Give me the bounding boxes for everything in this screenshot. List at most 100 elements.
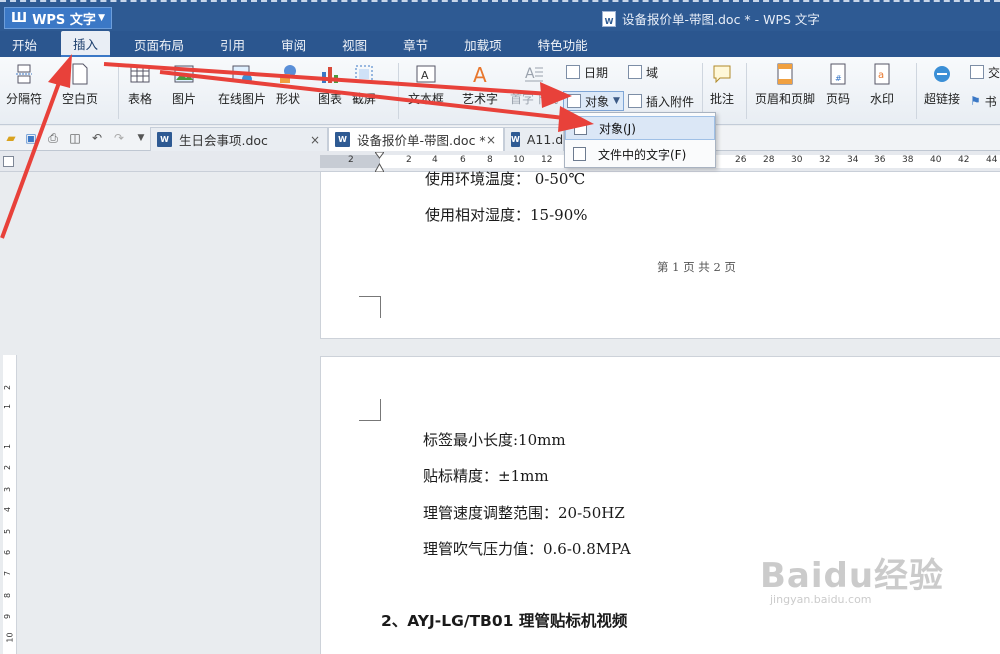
picture-label: 图片 [172,92,197,106]
ruler-mark: 36 [874,155,886,165]
tab-home[interactable]: 开始 [0,31,49,57]
page1-line-partial: 使用环境温度： 0-50℃ [425,170,586,188]
ruler-mark: 40 [930,155,942,165]
undo-icon[interactable]: ↶ [90,131,104,145]
shapes-icon [280,65,296,83]
cross-reference-button[interactable]: 交 [970,62,1000,82]
date-label: 日期 [584,65,609,80]
indent-marker[interactable] [375,152,384,172]
page-1[interactable]: 使用环境温度： 0-50℃ 使用相对湿度：15-90% 第 1 页 共 2 页 [320,170,1000,339]
vertical-ruler[interactable]: 2 1 1 2 3 4 5 6 7 8 9 10 [3,355,17,654]
object-icon [567,94,581,108]
blank-page-label: 空白页 [62,92,99,106]
print-preview-icon[interactable]: ◫ [68,131,82,145]
print-icon[interactable]: ⎙ [46,131,60,145]
header-footer-icon [777,63,793,85]
window-title: W 设备报价单-带图.doc * - WPS 文字 [602,9,820,28]
open-folder-icon[interactable]: ▰ [4,131,18,145]
break-button[interactable]: 分隔符 [6,57,42,107]
doc-tab-label: A11.doc [526,132,564,147]
field-button[interactable]: 域 [628,62,658,82]
dropcap-button[interactable]: A 首字下沉 [510,57,558,107]
tab-addins[interactable]: 加载项 [452,31,514,57]
ruler-mark: 7 [3,570,13,577]
comment-button[interactable]: 批注 [710,57,734,107]
ruler-mark: 6 [460,155,466,165]
ruler-mark: 6 [3,549,13,556]
table-label: 表格 [128,92,153,106]
doc-tab-birthday[interactable]: W 生日会事项.doc × [150,127,328,151]
insert-attachment-label: 插入附件 [646,94,695,109]
page-number-button[interactable]: # 页码 [826,57,850,107]
textbox-button[interactable]: A 文本框 [408,57,444,107]
object-button[interactable]: 对象 ▼ [563,91,624,111]
save-icon[interactable]: ▣ [24,131,38,145]
bookmark-flag-icon: ⚑ [970,94,981,108]
insert-attachment-button[interactable]: 插入附件 [628,91,694,111]
header-footer-button[interactable]: 页眉和页脚 [755,57,815,107]
redo-icon[interactable]: ↷ [112,131,126,145]
ribbon-insert-panel: 分隔符 空白页 表格 图片 在线图片 形状 图表 截屏 A 文本框 A 艺术字 … [0,57,1000,125]
wordart-button[interactable]: A 艺术字 [462,57,498,107]
ruler-mark: 2 [406,155,412,165]
app-menu-button[interactable]: Ш WPS 文字 ▼ [4,7,112,29]
chart-button[interactable]: 图表 [318,57,342,107]
wordart-label: 艺术字 [462,92,499,106]
ruler-mark: 42 [958,155,970,165]
ruler-mark: 9 [3,613,13,620]
menu-item-object[interactable]: 对象(J) [565,116,715,140]
object-label: 对象 [585,94,610,109]
tab-review[interactable]: 审阅 [269,31,318,57]
ruler-mark: 12 [541,155,553,165]
baidu-watermark: Baidu经验 jingyan.baidu.com [760,548,944,606]
textbox-label: 文本框 [408,92,445,106]
chart-label: 图表 [318,92,343,106]
menu-item-text-from-file[interactable]: 文件中的文字(F) [565,142,715,166]
ruler-mark: 34 [847,155,859,165]
tab-special[interactable]: 特色功能 [526,31,600,57]
tab-view[interactable]: 视图 [330,31,379,57]
chart-icon [322,67,338,83]
word-doc-icon: W [157,132,172,147]
watermark-button[interactable]: a 水印 [870,57,894,107]
word-doc-icon: W [335,132,350,147]
close-icon[interactable]: × [310,133,320,147]
date-button[interactable]: 日期 [566,62,608,82]
bookmark-button[interactable]: ⚑ 书 [970,91,997,111]
svg-text:#: # [835,74,842,83]
doc-tab-quotation[interactable]: W 设备报价单-带图.doc * × [328,127,504,151]
page1-line-humidity: 使用相对湿度：15-90% [425,206,588,224]
wps-logo-icon: Ш [11,10,28,26]
picture-button[interactable]: 图片 [172,57,196,107]
object-icon [574,121,587,135]
doc-tab-a11[interactable]: W A11.doc [504,127,564,151]
tab-stop-selector[interactable] [3,156,14,167]
attachment-icon [628,94,642,108]
shapes-button[interactable]: 形状 [276,57,300,107]
blank-page-button[interactable]: 空白页 [62,57,98,107]
tab-references[interactable]: 引用 [208,31,257,57]
blank-page-icon [72,63,88,85]
textbox-icon: A [416,65,436,83]
quick-access-dropdown-icon[interactable]: ▼ [134,131,148,145]
page-break-icon [16,64,32,84]
ruler-mark: 1 [3,403,13,410]
comment-icon [713,65,731,84]
break-label: 分隔符 [6,92,43,106]
ruler-mark: 2 [3,464,13,471]
tab-insert[interactable]: 插入 [61,31,111,57]
screenshot-button[interactable]: 截屏 [352,57,376,107]
online-picture-button[interactable]: 在线图片 [218,57,266,107]
page-2[interactable]: 标签最小长度:10mm 贴标精度：±1mm 理管速度调整范围：20-50HZ 理… [320,356,1000,654]
tab-section[interactable]: 章节 [391,31,440,57]
close-icon[interactable]: × [486,133,496,147]
hyperlink-button[interactable]: 超链接 [924,57,960,107]
ribbon-separator [702,63,703,119]
table-button[interactable]: 表格 [128,57,152,107]
ruler-mark: 2 [348,155,354,165]
watermark-icon: a [874,63,890,85]
tab-page-layout[interactable]: 页面布局 [122,31,196,57]
watermark-label: 水印 [870,92,895,106]
title-bar: Ш WPS 文字 ▼ W 设备报价单-带图.doc * - WPS 文字 [0,0,1000,31]
header-footer-label: 页眉和页脚 [755,92,816,106]
